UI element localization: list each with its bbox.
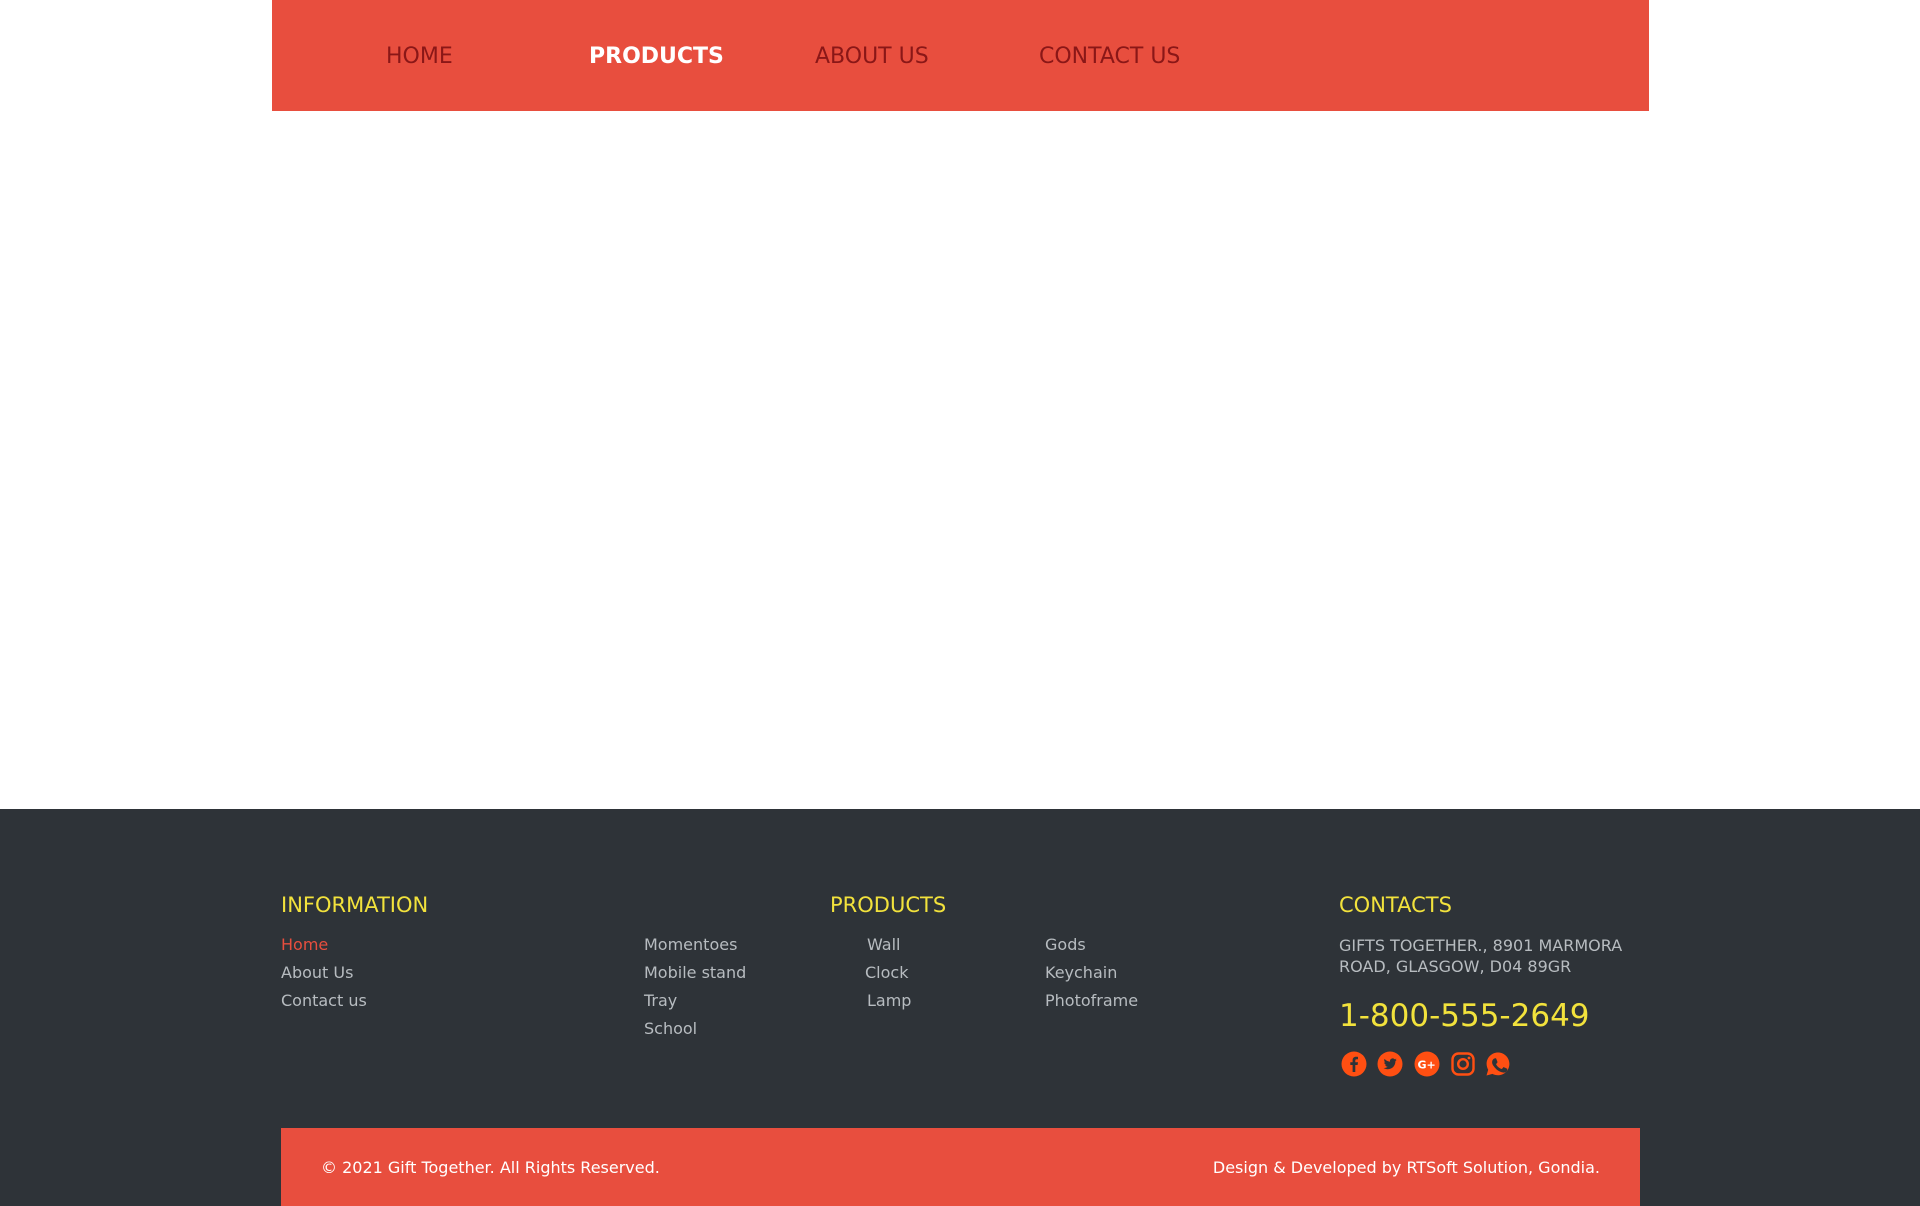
product-link-gods[interactable]: Gods [1045, 935, 1086, 955]
nav-about-us[interactable]: ABOUT US [815, 43, 929, 70]
nav-products[interactable]: PRODUCTS [589, 43, 724, 70]
product-link-clock[interactable]: Clock [865, 963, 908, 983]
product-link-lamp[interactable]: Lamp [867, 991, 911, 1011]
contacts-heading: CONTACTS [1339, 893, 1452, 917]
information-heading: INFORMATION [281, 893, 429, 917]
products-heading: PRODUCTS [830, 893, 947, 917]
footer-link-home[interactable]: Home [281, 935, 328, 955]
copyright-text: © 2021 Gift Together. All Rights Reserve… [321, 1158, 660, 1177]
instagram-icon[interactable] [1450, 1051, 1476, 1077]
top-nav-bar [272, 0, 1649, 111]
google-plus-icon[interactable]: G+ [1414, 1051, 1440, 1077]
product-link-keychain[interactable]: Keychain [1045, 963, 1117, 983]
footer-link-contact-us[interactable]: Contact us [281, 991, 367, 1011]
product-link-momentoes[interactable]: Momentoes [644, 935, 737, 955]
svg-text:G+: G+ [1417, 1058, 1435, 1071]
product-link-school[interactable]: School [644, 1019, 697, 1039]
product-link-photoframe[interactable]: Photoframe [1045, 991, 1138, 1011]
whatsapp-icon[interactable] [1485, 1051, 1511, 1077]
nav-contact-us[interactable]: CONTACT US [1039, 43, 1180, 70]
facebook-icon[interactable] [1341, 1051, 1367, 1077]
developer-credit-link[interactable]: Design & Developed by RTSoft Solution, G… [1213, 1158, 1600, 1178]
product-link-mobile-stand[interactable]: Mobile stand [644, 963, 746, 983]
product-link-wall[interactable]: Wall [867, 935, 901, 955]
contact-phone: 1-800-555-2649 [1339, 998, 1590, 1034]
twitter-icon[interactable] [1377, 1051, 1403, 1077]
nav-home[interactable]: HOME [386, 43, 453, 70]
footer-link-about-us[interactable]: About Us [281, 963, 353, 983]
product-link-tray[interactable]: Tray [644, 991, 677, 1011]
contact-address: GIFTS TOGETHER., 8901 MARMORA ROAD, GLAS… [1339, 936, 1623, 976]
